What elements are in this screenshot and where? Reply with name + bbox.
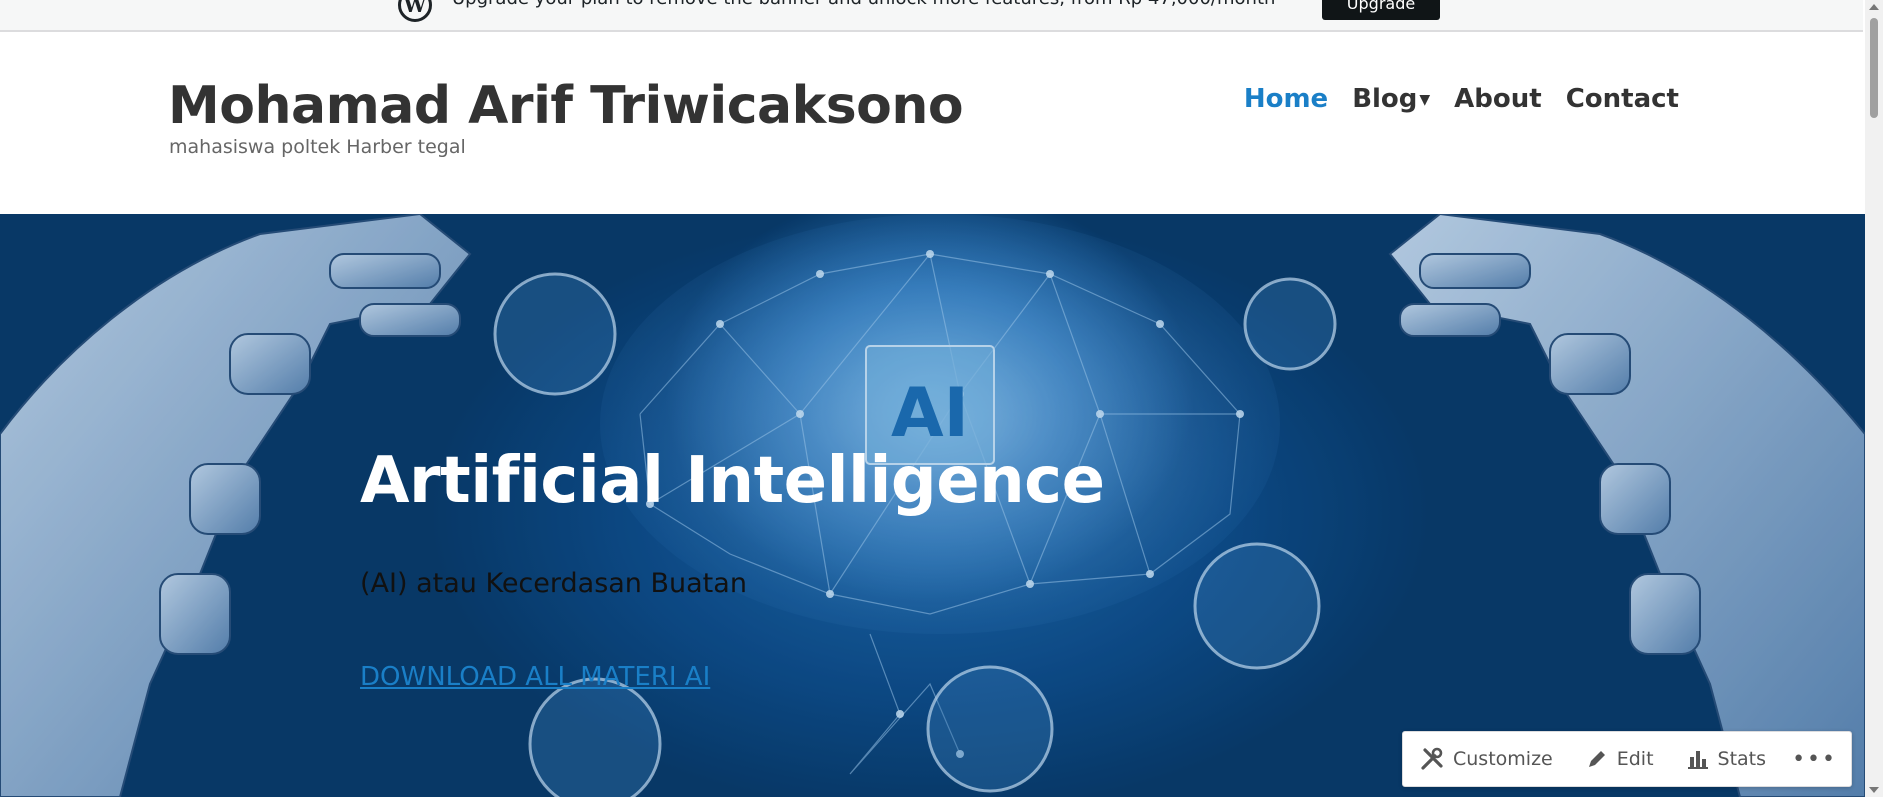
nav-item-home[interactable]: Home [1244,84,1328,114]
download-link[interactable]: DOWNLOAD ALL MATERI AI [360,662,710,692]
scroll-down-arrow-icon[interactable] [1869,787,1879,793]
edit-button[interactable]: Edit [1569,747,1670,771]
scroll-thumb[interactable] [1870,18,1878,118]
nav-item-blog[interactable]: Blog ▼ [1352,84,1430,114]
stats-button[interactable]: Stats [1670,747,1783,771]
pencil-icon [1588,751,1605,767]
nav-item-contact[interactable]: Contact [1566,84,1679,114]
customize-button[interactable]: Customize [1403,746,1569,772]
customize-label: Customize [1453,748,1553,770]
bar-chart-icon [1687,751,1708,769]
nav-item-blog-label: Blog [1352,84,1418,114]
scroll-up-arrow-icon[interactable] [1869,4,1879,10]
main-nav: Home Blog ▼ About Contact [1244,84,1679,114]
admin-toolbar: Customize Edit Stats ••• [1402,731,1852,787]
site-header: Mohamad Arif Triwicaksono mahasiswa polt… [0,32,1863,214]
page-scrollbar[interactable] [1865,0,1883,797]
site-tagline: mahasiswa poltek Harber tegal [169,136,466,158]
caret-down-icon: ▼ [1419,91,1431,108]
hero-content: Artificial Intelligence (AI) atau Kecerd… [360,444,1105,692]
hero-subtitle: (AI) atau Kecerdasan Buatan [360,568,747,599]
more-options-icon[interactable]: ••• [1792,747,1851,772]
tools-icon [1421,747,1443,770]
upgrade-button[interactable]: Upgrade [1322,0,1440,20]
upgrade-banner: W Upgrade your plan to remove the banner… [0,0,1863,32]
wordpress-icon: W [398,0,432,22]
site-title[interactable]: Mohamad Arif Triwicaksono [168,76,964,136]
nav-item-about[interactable]: About [1454,84,1542,114]
edit-label: Edit [1616,748,1654,770]
banner-text: Upgrade your plan to remove the banner a… [452,0,1275,9]
stats-label: Stats [1717,748,1767,770]
hero-section: AI Artificial Intelligence (AI) atau Kec… [0,214,1865,797]
hero-title: Artificial Intelligence [360,444,1105,518]
